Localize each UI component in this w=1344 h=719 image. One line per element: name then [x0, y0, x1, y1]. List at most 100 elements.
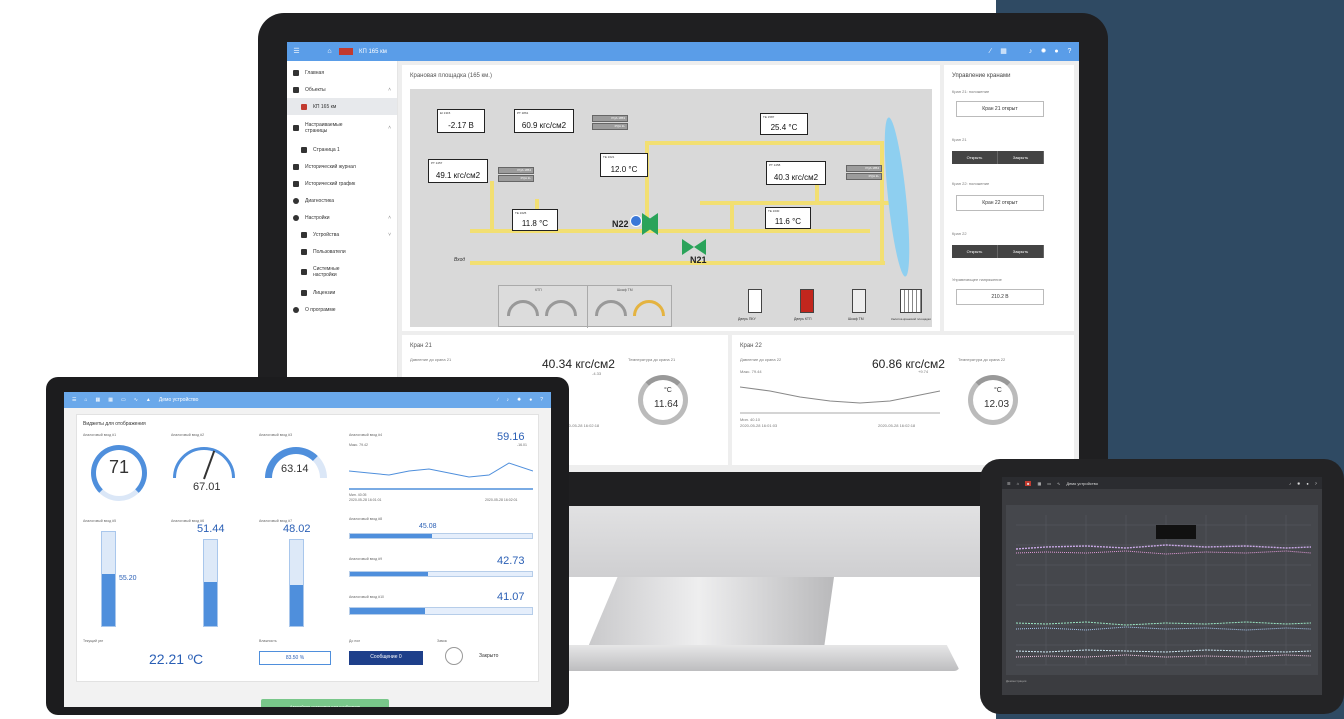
open-button[interactable]: Открыть [952, 151, 998, 164]
grid-icon[interactable]: ▦ [1000, 48, 1007, 55]
grid-icon[interactable]: ▦ [108, 397, 113, 403]
valve-n22-label: N22 [612, 219, 629, 229]
sidebar-item-label: Лицензии [313, 289, 336, 296]
value-text: 60.9 кгс/см2 [521, 121, 567, 130]
emergency-button[interactable]: Аварийная остановка или сообщение [261, 699, 389, 707]
sidebar-item-custom-pages[interactable]: Настраиваемые страницы ˄ [287, 115, 397, 141]
date-label: 2020-05-28 16:02:18 [878, 423, 916, 428]
door-label: Калитка крановой площадки [891, 317, 931, 321]
bar-fill [102, 574, 115, 626]
tablet-footer: Демонстрация [1006, 679, 1027, 683]
device-icon: ▲ [145, 397, 151, 403]
river-shape [879, 116, 915, 278]
trend-icon[interactable]: ∿ [1057, 481, 1060, 486]
widget-label: Аналоговый вход #3 [259, 433, 293, 437]
value-label: EI 1315 [440, 111, 451, 115]
pressure-value: 40.34 кгс/см2 [542, 357, 615, 371]
pressure-label: Давление до крана 21 [410, 357, 452, 362]
valve-n22-icon[interactable] [642, 213, 658, 235]
bar-gauge [203, 539, 218, 627]
value-box: TE 1621 12.0 °С [600, 153, 648, 177]
sidebar-item-home[interactable]: Главная [287, 64, 397, 81]
menu-icon[interactable]: ☰ [1007, 481, 1011, 486]
sidebar-item-history-chart[interactable]: Исторический график [287, 175, 397, 192]
widget-label: Текущий уат [83, 639, 104, 643]
bell-icon[interactable]: ♪ [1027, 48, 1034, 55]
home-icon[interactable]: ⌂ [84, 397, 87, 403]
bell-icon[interactable]: ♪ [1289, 481, 1291, 486]
value-label: PT 1457 [431, 161, 443, 165]
value-box: PT 1457 49.1 кгс/см2 [428, 159, 488, 183]
chart-tooltip [1156, 525, 1196, 539]
bar-gauge [101, 531, 116, 627]
chart-icon[interactable]: ∕ [987, 48, 994, 55]
close-button[interactable]: Закрыть [998, 151, 1044, 164]
sidebar-item-label: Настройки [305, 214, 330, 221]
value-label: TE 1621 [603, 155, 615, 159]
sidebar-item-label: Страница 1 [313, 146, 340, 153]
bar-fill [204, 582, 217, 626]
showcase-stage: ☰ ⌂ КП 165 км ∕ ▦ ♪ ✹ ● ? Главная Объект… [0, 0, 1344, 719]
scheme-diagram: EI 1315 -2.17 В PT 1861 60.9 кгс/см2 PT 14… [410, 89, 932, 328]
menu-icon[interactable]: ☰ [72, 397, 76, 403]
system-icon [301, 269, 307, 275]
valve-n21-icon[interactable] [682, 239, 706, 255]
sidebar-item-system-settings[interactable]: Системные настройки [287, 260, 397, 284]
laptop-topbar: ☰ ⌂ ▦ ▦ ▭ ∿ ▲ Демо устройство ∕ ♪ ✹ ● ? [64, 392, 551, 408]
date-label: 2020-05-28 16:02:01 [485, 498, 518, 502]
help-icon[interactable]: ? [1066, 48, 1073, 55]
sidebar-item-diagnostics[interactable]: Диагностика [287, 192, 397, 209]
voltage-value: 210.2 В [956, 289, 1044, 305]
sidebar-item-about[interactable]: О программе [287, 301, 397, 318]
chevron-up-icon: ˄ [388, 125, 391, 131]
value-label: TE 1630 [768, 209, 780, 213]
grid-icon[interactable]: ▦ [1037, 481, 1041, 486]
sidebar-item-devices[interactable]: Устройства ˅ [287, 226, 397, 243]
widget-label: Влажность [259, 639, 277, 643]
message-button[interactable]: Сообщение 0 [349, 651, 423, 665]
sidebar-item-history-log[interactable]: Исторический журнал [287, 158, 397, 175]
gear-icon[interactable]: ✹ [517, 397, 521, 403]
value-text: 11.6 °С [774, 217, 802, 226]
close-button[interactable]: Закрыть [998, 245, 1044, 258]
help-icon[interactable]: ? [1315, 481, 1317, 486]
value-text: 40.3 кгс/см2 [773, 173, 819, 182]
valve-status-icon [630, 215, 642, 227]
sidebar-item-page1[interactable]: Страница 1 [287, 141, 397, 158]
alarm-badge: ■ [1025, 480, 1032, 486]
pqa-label: PQA 1L [846, 173, 882, 180]
bell-icon[interactable]: ♪ [506, 397, 509, 403]
sidebar-item-objects[interactable]: Объекты ˄ [287, 81, 397, 98]
home-icon[interactable]: ⌂ [1017, 481, 1019, 486]
widget-value: 67.01 [193, 481, 221, 493]
date-label: 2020-05-28 16:01:01 [349, 498, 382, 502]
sidebar-item-users[interactable]: Пользователи [287, 243, 397, 260]
grid-icon[interactable]: ▦ [96, 397, 101, 403]
sidebar-item-label: Настраиваемые страницы [305, 122, 343, 134]
menu-icon[interactable]: ☰ [293, 48, 300, 55]
help-icon[interactable]: ? [540, 397, 543, 403]
chart-icon[interactable]: ∕ [498, 397, 499, 403]
gear-icon[interactable]: ✹ [1297, 481, 1300, 486]
widget-label: Аналоговый вход #2 [171, 433, 205, 437]
user-icon[interactable]: ● [1306, 481, 1308, 486]
pipe [645, 141, 880, 145]
gear-icon [293, 214, 299, 221]
gear-icon[interactable]: ✹ [1040, 48, 1047, 55]
calendar-icon[interactable]: ▭ [1047, 481, 1051, 486]
monitor-title: КП 165 км [359, 48, 387, 55]
user-icon[interactable]: ● [529, 397, 532, 403]
temp-label: Температура до крана 21 [628, 357, 676, 362]
open-button[interactable]: Открыть [952, 245, 998, 258]
monitor-stand [588, 577, 834, 647]
trend-icon[interactable]: ∿ [134, 397, 138, 403]
value-label: PT 1861 [517, 111, 529, 115]
sidebar-item-kp165[interactable]: КП 165 км [287, 98, 397, 115]
sidebar-item-licenses[interactable]: Лицензии [287, 284, 397, 301]
date-label: 2020-05-28 16:01:03 [740, 423, 778, 428]
sidebar-item-settings[interactable]: Настройки ˄ [287, 209, 397, 226]
user-icon[interactable]: ● [1053, 48, 1060, 55]
calendar-icon[interactable]: ▭ [121, 397, 126, 403]
gauge-arc [595, 300, 627, 316]
objects-icon [293, 86, 299, 93]
